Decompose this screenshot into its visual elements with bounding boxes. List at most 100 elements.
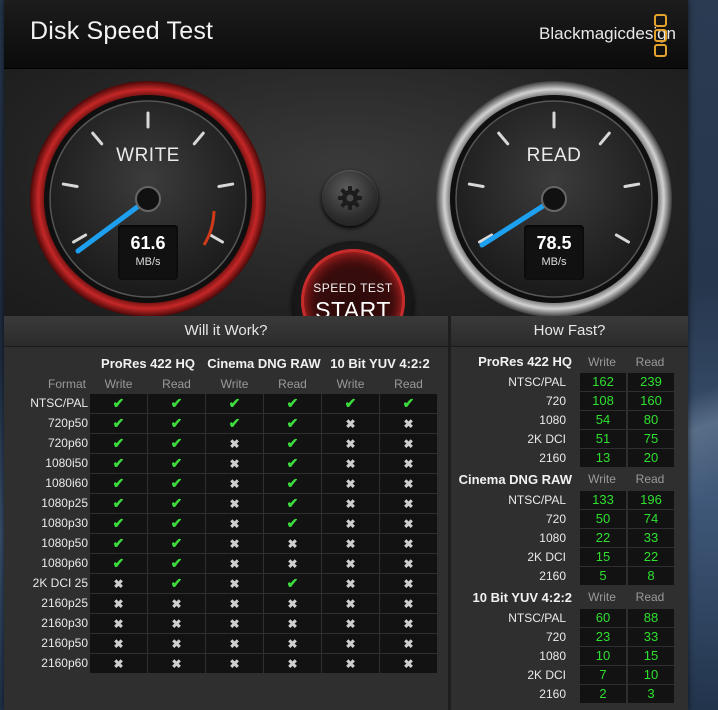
desktop-wallpaper-edge xyxy=(688,0,718,710)
write-gauge: WRITE 61.6 MB/s xyxy=(28,79,268,319)
fast-read-value: 8 xyxy=(628,567,674,585)
cross-icon: ✖ xyxy=(148,634,205,653)
read-value: 78.5 xyxy=(536,233,572,253)
fast-row-label: NTSC/PAL xyxy=(508,375,566,389)
gear-icon xyxy=(338,186,362,210)
cross-icon: ✖ xyxy=(322,554,379,573)
fast-read-header: Read xyxy=(635,472,665,486)
fast-write-header: Write xyxy=(588,590,616,604)
results-panel: Will it Work? How Fast? ProRes 422 HQ Ci… xyxy=(4,316,688,710)
cross-icon: ✖ xyxy=(322,654,379,673)
row-format-label: 1080p50 xyxy=(41,536,88,550)
check-icon: ✔ xyxy=(90,474,147,493)
read-gauge: READ 78.5 MB/s xyxy=(434,79,674,319)
cross-icon: ✖ xyxy=(322,574,379,593)
fast-read-value: 88 xyxy=(628,609,674,627)
row-format-label: 1080i60 xyxy=(45,476,88,490)
row-format-label: 720p60 xyxy=(47,436,88,450)
check-icon: ✔ xyxy=(206,414,263,433)
row-format-label: 1080i50 xyxy=(45,456,88,470)
row-format-label: 1080p25 xyxy=(41,496,88,510)
will-group-cinema-dng: Cinema DNG RAW xyxy=(207,356,321,371)
check-icon: ✔ xyxy=(264,514,321,533)
fast-row-label: 2K DCI xyxy=(527,432,566,446)
fast-write-value: 23 xyxy=(580,628,626,646)
cross-icon: ✖ xyxy=(264,614,321,633)
cross-icon: ✖ xyxy=(206,434,263,453)
will-group-yuv: 10 Bit YUV 4:2:2 xyxy=(330,356,430,371)
cross-icon: ✖ xyxy=(380,554,437,573)
check-icon: ✔ xyxy=(148,434,205,453)
cross-icon: ✖ xyxy=(380,594,437,613)
fast-row-label: 720 xyxy=(545,394,566,408)
cross-icon: ✖ xyxy=(322,594,379,613)
row-format-label: NTSC/PAL xyxy=(30,396,88,410)
cross-icon: ✖ xyxy=(264,594,321,613)
fast-row-label: 720 xyxy=(545,630,566,644)
fast-row-label: NTSC/PAL xyxy=(508,611,566,625)
check-icon: ✔ xyxy=(264,394,321,413)
fast-group-title: 10 Bit YUV 4:2:2 xyxy=(472,590,572,605)
cross-icon: ✖ xyxy=(90,654,147,673)
fast-read-value: 15 xyxy=(628,647,674,665)
cross-icon: ✖ xyxy=(206,494,263,513)
write-column-header: Write xyxy=(336,377,365,391)
fast-row-label: 2160 xyxy=(539,569,566,583)
settings-button[interactable] xyxy=(322,170,378,226)
format-column-header: Format xyxy=(47,377,86,391)
check-icon: ✔ xyxy=(148,414,205,433)
fast-read-value: 33 xyxy=(628,628,674,646)
fast-write-value: 133 xyxy=(580,491,626,509)
fast-read-value: 160 xyxy=(628,392,674,410)
row-format-label: 2160p60 xyxy=(41,656,88,670)
check-icon: ✔ xyxy=(148,554,205,573)
fast-read-value: 196 xyxy=(628,491,674,509)
cross-icon: ✖ xyxy=(206,634,263,653)
check-icon: ✔ xyxy=(264,454,321,473)
write-value: 61.6 xyxy=(130,233,166,253)
check-icon: ✔ xyxy=(380,394,437,413)
fast-row-label: 1080 xyxy=(539,531,566,545)
fast-write-value: 22 xyxy=(580,529,626,547)
write-unit: MB/s xyxy=(135,256,161,268)
row-format-label: 720p50 xyxy=(47,416,88,430)
check-icon: ✔ xyxy=(90,454,147,473)
fast-write-value: 13 xyxy=(580,449,626,467)
check-icon: ✔ xyxy=(148,474,205,493)
check-icon: ✔ xyxy=(148,574,205,593)
start-button-subtitle: SPEED TEST xyxy=(313,281,393,295)
cross-icon: ✖ xyxy=(206,454,263,473)
row-format-label: 2160p30 xyxy=(41,616,88,630)
fast-row-label: NTSC/PAL xyxy=(508,493,566,507)
read-readout: 78.5 MB/s xyxy=(524,225,584,280)
will-group-prores: ProRes 422 HQ xyxy=(101,356,195,371)
read-unit: MB/s xyxy=(541,256,567,268)
cross-icon: ✖ xyxy=(322,634,379,653)
cross-icon: ✖ xyxy=(206,654,263,673)
read-gauge-label: READ xyxy=(526,145,582,166)
cross-icon: ✖ xyxy=(90,634,147,653)
cross-icon: ✖ xyxy=(322,614,379,633)
check-icon: ✔ xyxy=(90,534,147,553)
cross-icon: ✖ xyxy=(206,614,263,633)
fast-read-header: Read xyxy=(635,590,665,604)
row-format-label: 2160p50 xyxy=(41,636,88,650)
check-icon: ✔ xyxy=(90,554,147,573)
cross-icon: ✖ xyxy=(380,614,437,633)
cross-icon: ✖ xyxy=(90,614,147,633)
fast-read-value: 80 xyxy=(628,411,674,429)
write-column-header: Write xyxy=(104,377,133,391)
cross-icon: ✖ xyxy=(90,574,147,593)
check-icon: ✔ xyxy=(148,494,205,513)
read-column-header: Read xyxy=(278,377,307,391)
fast-write-value: 108 xyxy=(580,392,626,410)
check-icon: ✔ xyxy=(148,454,205,473)
cross-icon: ✖ xyxy=(380,434,437,453)
cross-icon: ✖ xyxy=(380,414,437,433)
cross-icon: ✖ xyxy=(380,494,437,513)
fast-row-label: 1080 xyxy=(539,413,566,427)
fast-write-value: 60 xyxy=(580,609,626,627)
cross-icon: ✖ xyxy=(380,654,437,673)
will-it-work-heading: Will it Work? xyxy=(4,316,448,347)
check-icon: ✔ xyxy=(264,494,321,513)
